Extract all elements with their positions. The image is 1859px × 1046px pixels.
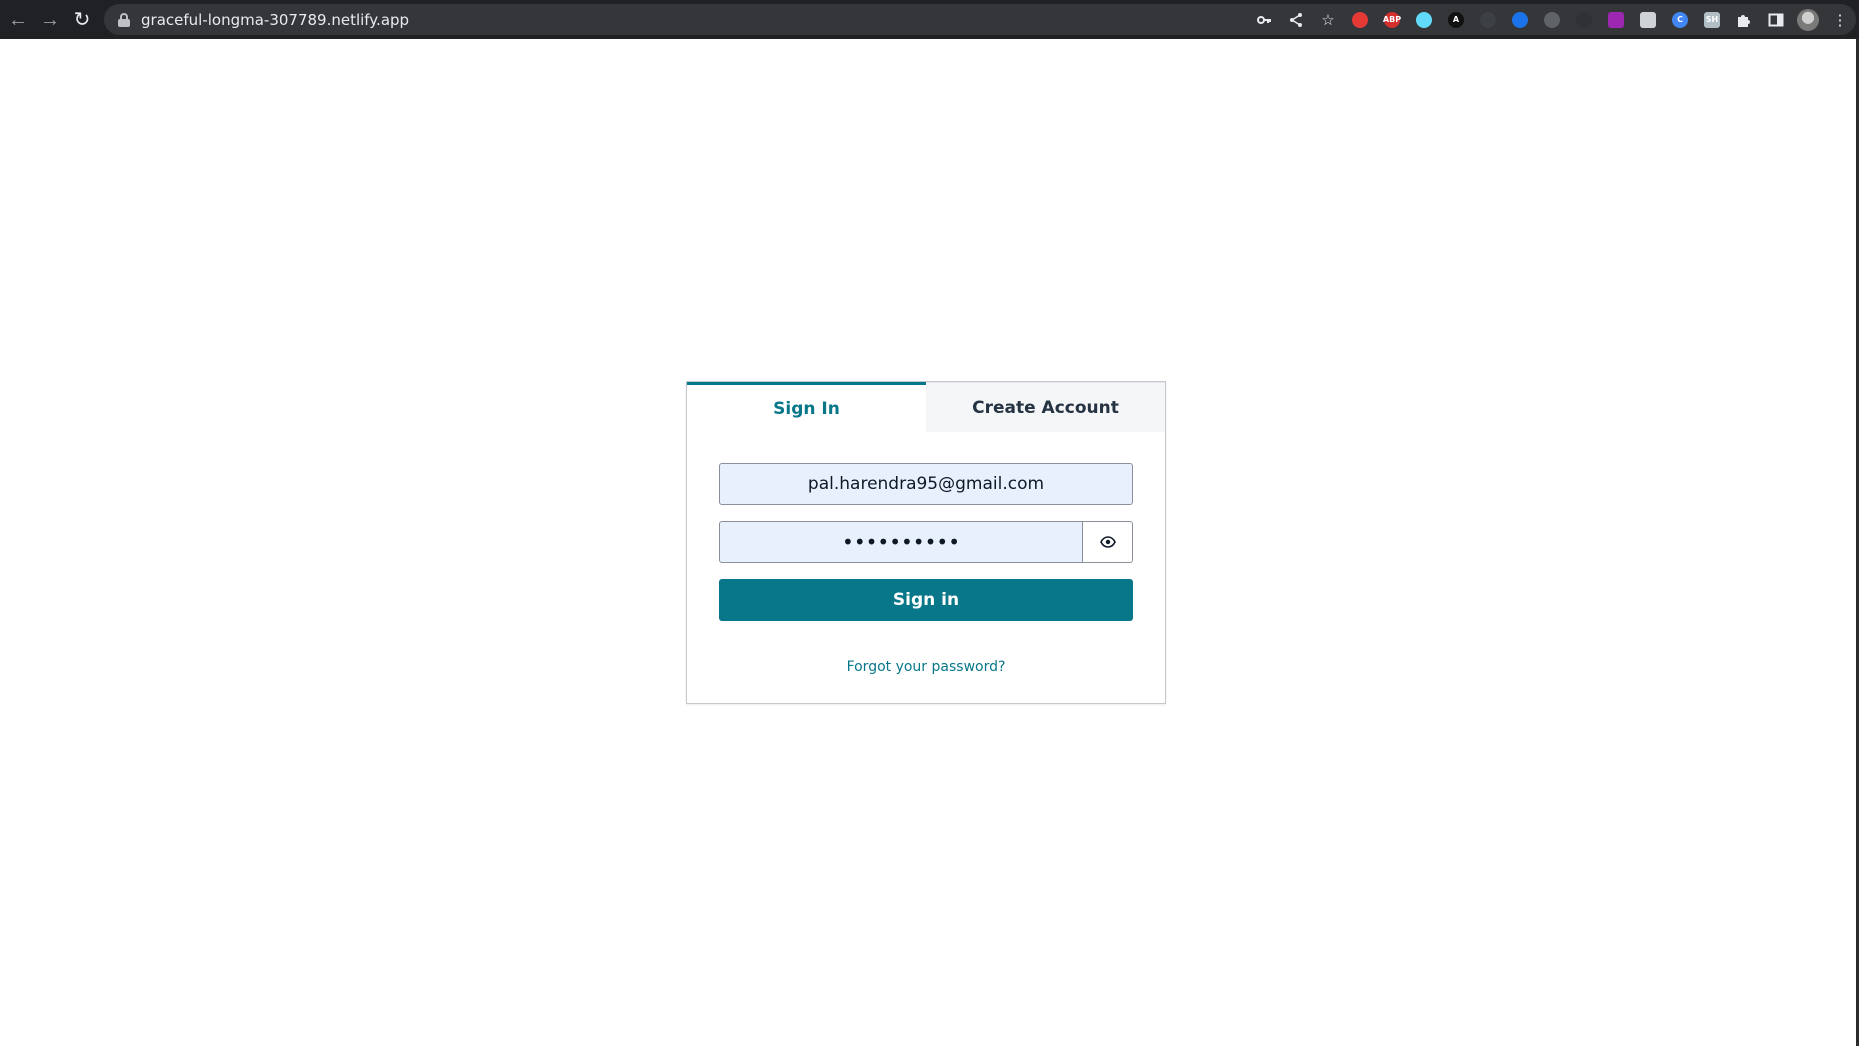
password-row: •••••••••• (719, 521, 1133, 563)
extension-red-icon-glyph (1352, 11, 1368, 28)
extension-dark-circle-icon[interactable] (1472, 4, 1504, 35)
show-password-button[interactable] (1083, 521, 1133, 563)
address-bar[interactable]: graceful-longma-307789.netlify.app ☆ ABP… (104, 4, 1856, 35)
extension-c-icon[interactable]: C (1664, 4, 1696, 35)
extension-bitwarden-icon[interactable] (1632, 4, 1664, 35)
extension-sh-icon[interactable]: SH (1696, 4, 1728, 35)
eye-icon (1099, 536, 1116, 548)
url-text[interactable]: graceful-longma-307789.netlify.app (141, 11, 409, 29)
auth-card: Sign In Create Account pal.harendra95@gm… (686, 381, 1166, 704)
extension-bitwarden-icon-glyph (1640, 11, 1656, 28)
extension-a-icon[interactable]: A (1440, 4, 1472, 35)
extension-red-icon[interactable] (1344, 4, 1376, 35)
extension-blue-circle-icon-glyph (1512, 11, 1528, 28)
key-icon[interactable] (1248, 4, 1280, 35)
arrow-left-icon[interactable]: ← (2, 4, 34, 36)
browser-toolbar: ← → ↻ graceful-longma-307789.netlify.app… (0, 0, 1859, 39)
extension-dark-icon[interactable] (1568, 4, 1600, 35)
tab-sign-in[interactable]: Sign In (687, 382, 926, 432)
extension-dark-circle-icon-glyph (1480, 11, 1496, 28)
extension-adblock-plus-icon[interactable]: ABP (1376, 4, 1408, 35)
lock-icon[interactable] (118, 12, 130, 27)
toolbar-icons: ☆ ABP A C SH ⋮ (1248, 4, 1856, 35)
star-icon[interactable]: ☆ (1312, 4, 1344, 35)
password-field[interactable]: •••••••••• (719, 521, 1083, 563)
reload-icon[interactable]: ↻ (66, 4, 98, 36)
side-panel-icon[interactable] (1760, 4, 1792, 35)
extension-colorpick-icon-glyph (1608, 11, 1624, 28)
extension-a-icon-glyph: A (1448, 11, 1464, 28)
forgot-password-link[interactable]: Forgot your password? (719, 659, 1133, 675)
sign-in-form: pal.harendra95@gmail.com •••••••••• Sign… (687, 432, 1165, 675)
extension-sh-icon-glyph: SH (1704, 11, 1720, 28)
extensions-area: ABP A C SH (1344, 4, 1728, 35)
sign-in-button[interactable]: Sign in (719, 579, 1133, 621)
extension-react-icon[interactable] (1408, 4, 1440, 35)
extension-react-icon-glyph (1416, 11, 1432, 28)
extension-blue-circle-icon[interactable] (1504, 4, 1536, 35)
extension-adblock-plus-icon-glyph: ABP (1383, 11, 1401, 28)
email-field[interactable]: pal.harendra95@gmail.com (719, 463, 1133, 505)
extension-grey-icon-glyph (1544, 11, 1560, 28)
tab-create-account[interactable]: Create Account (926, 382, 1165, 432)
extension-grey-icon[interactable] (1536, 4, 1568, 35)
arrow-right-icon[interactable]: → (34, 4, 66, 36)
more-menu-icon[interactable]: ⋮ (1824, 4, 1856, 35)
auth-tabs: Sign In Create Account (687, 382, 1165, 432)
avatar[interactable] (1792, 4, 1824, 35)
extension-c-icon-glyph: C (1672, 11, 1688, 28)
share-icon[interactable] (1280, 4, 1312, 35)
puzzle-icon[interactable] (1728, 4, 1760, 35)
extension-colorpick-icon[interactable] (1600, 4, 1632, 35)
extension-dark-icon-glyph (1576, 11, 1592, 28)
